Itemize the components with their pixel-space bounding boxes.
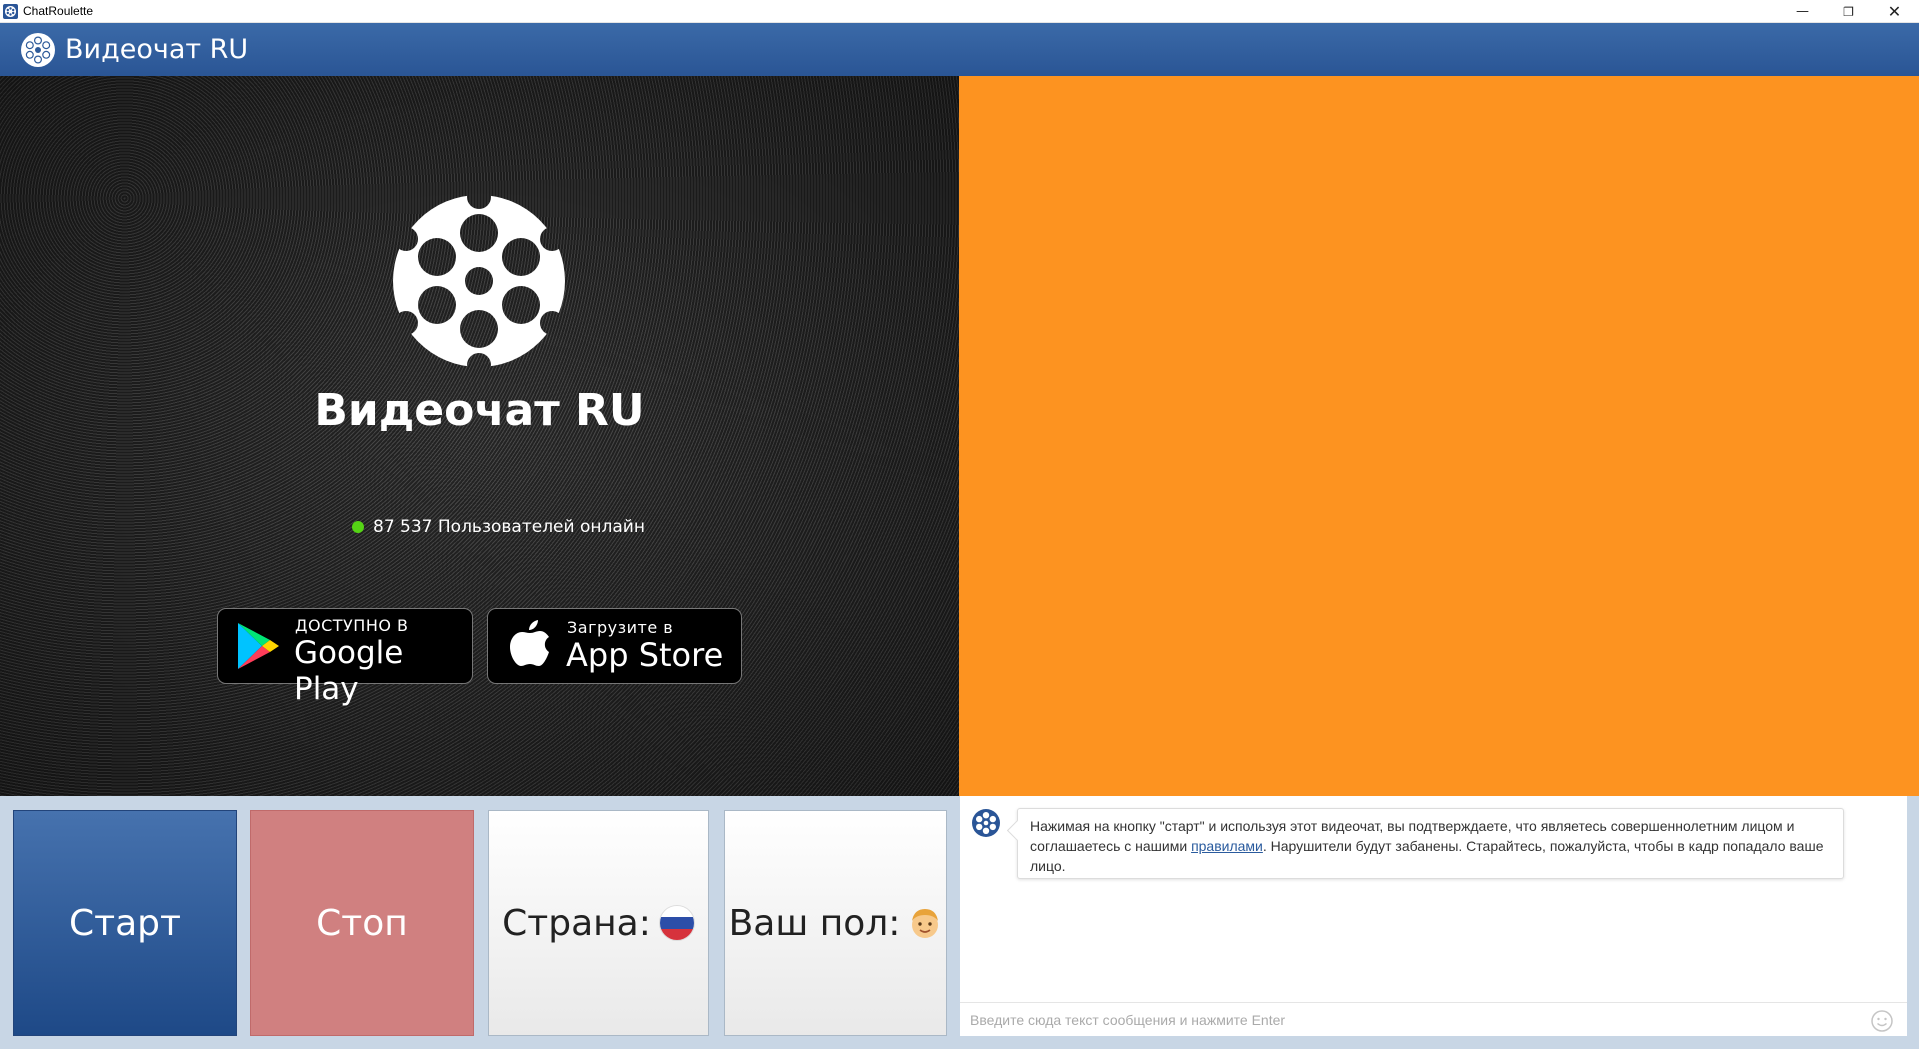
apple-icon	[510, 620, 549, 666]
video-title: Видеочат RU	[314, 385, 645, 436]
stop-button[interactable]: Стоп	[250, 810, 474, 1036]
country-selector[interactable]: Страна:	[488, 810, 709, 1036]
google-play-big-text: Google Play	[294, 635, 404, 707]
app-icon	[3, 4, 18, 19]
gender-selector[interactable]: Ваш пол:	[724, 810, 947, 1036]
own-camera-video	[959, 76, 1919, 796]
revolver-cylinder-icon	[391, 193, 567, 369]
google-play-button[interactable]: ДОСТУПНО В Google Play	[217, 608, 473, 707]
country-label: Страна:	[502, 902, 651, 944]
revolver-cylinder-icon	[972, 809, 1000, 837]
app-store-big-text: App Store	[566, 636, 724, 674]
partner-video: Видеочат RU 87 537 Пользователей онлайн …	[0, 76, 959, 796]
revolver-cylinder-icon	[21, 33, 55, 67]
minimize-button[interactable]: —	[1780, 0, 1825, 23]
online-counter: 87 537 Пользователей онлайн	[352, 517, 645, 537]
russia-flag-icon	[658, 905, 695, 941]
male-face-icon	[912, 909, 939, 938]
app-store-small-text: Загрузите в	[567, 618, 674, 637]
online-text: 87 537 Пользователей онлайн	[373, 517, 645, 537]
bottom-panel: Старт Стоп Страна: Ваш пол: Нажимая на к…	[0, 796, 1919, 1049]
emoji-icon[interactable]	[1870, 1009, 1894, 1033]
online-status-dot	[352, 521, 364, 533]
brand-title: Видеочат RU	[65, 34, 249, 65]
window-titlebar: ChatRoulette — ❐ ✕	[0, 0, 1919, 23]
chat-input[interactable]	[970, 1009, 1830, 1031]
chat-panel: Нажимая на кнопку "старт" и используя эт…	[960, 796, 1907, 1036]
google-play-icon	[238, 623, 279, 669]
chat-input-row	[960, 1002, 1907, 1036]
google-play-small-text: ДОСТУПНО В	[295, 616, 409, 635]
close-button[interactable]: ✕	[1872, 0, 1917, 23]
gender-label: Ваш пол:	[728, 902, 901, 944]
maximize-button[interactable]: ❐	[1826, 0, 1871, 23]
start-button[interactable]: Старт	[13, 810, 237, 1036]
rules-link[interactable]: правилами	[1191, 838, 1263, 854]
window-title: ChatRoulette	[23, 4, 94, 18]
system-message: Нажимая на кнопку "старт" и используя эт…	[1017, 808, 1844, 879]
app-store-button[interactable]: Загрузите в App Store	[487, 608, 742, 684]
app-header: Видеочат RU	[0, 23, 1919, 76]
